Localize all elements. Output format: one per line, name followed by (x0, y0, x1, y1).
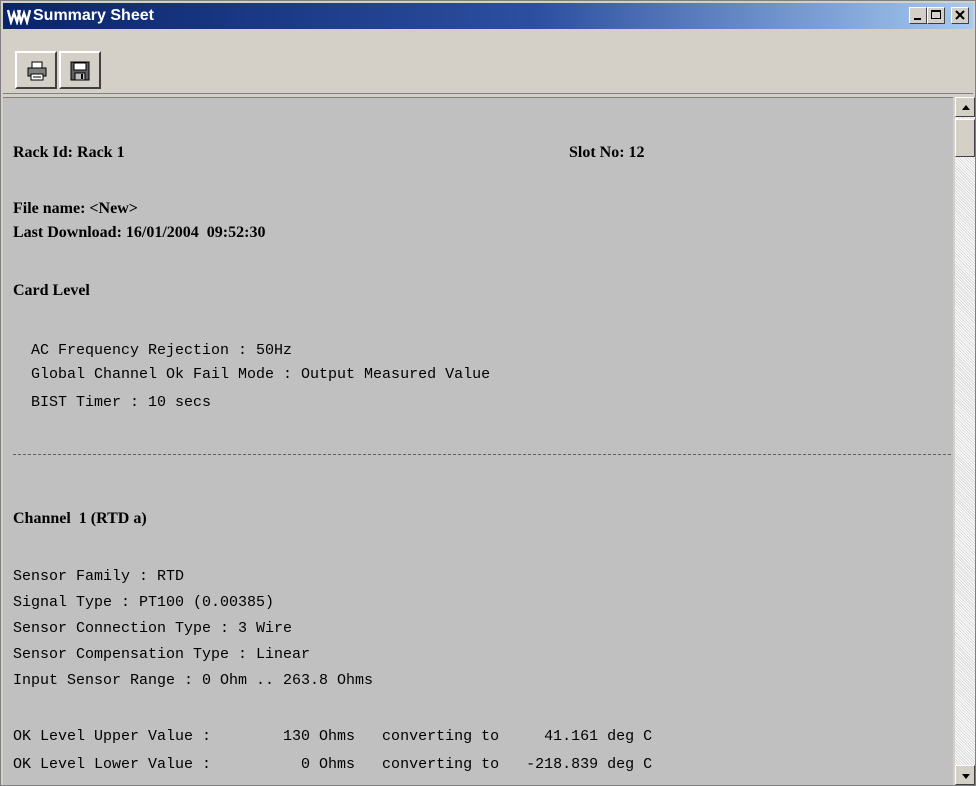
title-bar[interactable]: Summary Sheet (3, 3, 973, 29)
card-level-line: BIST Timer : 10 secs (13, 394, 212, 411)
slot-no: Slot No: 12 (569, 144, 645, 161)
ww-logo-icon (6, 7, 32, 27)
card-level-line: AC Frequency Rejection : 50Hz (13, 342, 293, 359)
channel-line: Sensor Connection Type : 3 Wire (13, 620, 293, 637)
arrow-down-icon (962, 774, 970, 779)
arrow-up-icon (962, 105, 970, 110)
window-title: Summary Sheet (33, 7, 154, 24)
scroll-up-button[interactable] (955, 97, 975, 117)
card-level-line: Global Channel Ok Fail Mode : Output Mea… (13, 366, 491, 383)
channel-line: Sensor Compensation Type : Linear (13, 646, 311, 663)
last-download: Last Download: 16/01/2004 09:52:30 (13, 224, 266, 241)
channel-heading: Channel 1 (RTD a) (13, 510, 147, 527)
ok-level-lower: OK Level Lower Value : 0 Ohms converting… (13, 756, 653, 773)
toolbar (3, 31, 973, 94)
maximize-button[interactable] (927, 7, 945, 24)
vertical-scrollbar[interactable] (954, 97, 975, 785)
floppy-disk-icon (70, 61, 90, 81)
save-button[interactable] (59, 51, 101, 89)
printer-icon (27, 61, 47, 81)
file-name: File name: <New> (13, 200, 138, 217)
scroll-thumb[interactable] (955, 119, 975, 157)
card-level-heading: Card Level (13, 282, 90, 299)
ok-level-upper: OK Level Upper Value : 130 Ohms converti… (13, 728, 653, 745)
scroll-down-button[interactable] (955, 765, 975, 785)
channel-line: Input Sensor Range : 0 Ohm .. 263.8 Ohms (13, 672, 374, 689)
minimize-button[interactable] (909, 7, 927, 24)
channel-line: Signal Type : PT100 (0.00385) (13, 594, 275, 611)
channel-line: Sensor Family : RTD (13, 568, 185, 585)
minimize-icon (914, 18, 921, 20)
close-button[interactable] (951, 7, 969, 24)
print-button[interactable] (15, 51, 57, 89)
summary-content[interactable]: Rack Id: Rack 1 Slot No: 12 File name: <… (3, 97, 953, 785)
maximize-icon (931, 10, 941, 19)
summary-sheet-window: Summary Sheet Rack Id: Rack 1 Slot No: 1… (0, 0, 976, 786)
rack-id: Rack Id: Rack 1 (13, 144, 125, 161)
separator-line (13, 454, 951, 455)
close-icon (955, 10, 965, 20)
